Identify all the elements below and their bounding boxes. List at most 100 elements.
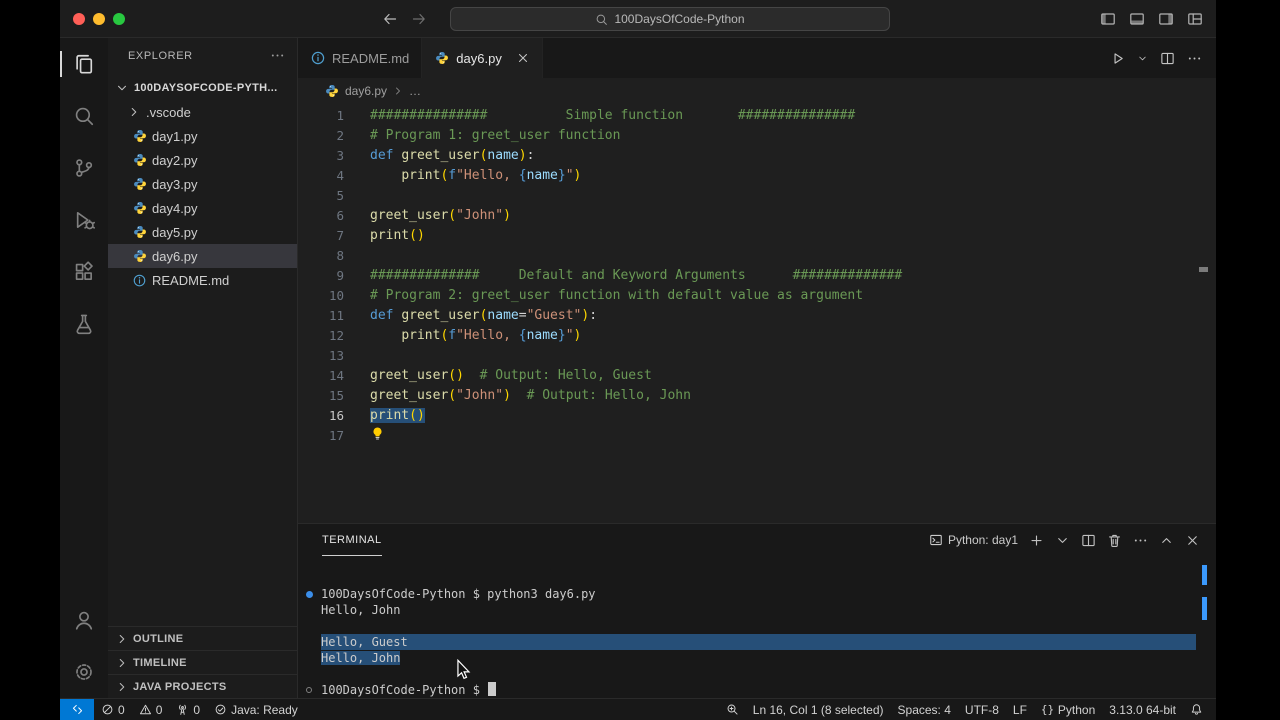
split-terminal-button[interactable] [1081, 533, 1096, 548]
section-timeline[interactable]: TIMELINE [108, 650, 297, 674]
terminal-scrollbar-mark[interactable] [1202, 597, 1207, 620]
code-line-13[interactable]: 13 [298, 346, 1216, 366]
lightbulb-icon[interactable] [370, 426, 385, 441]
terminal-panel: TERMINAL Python: day1 100DaysOfCode-Pyth… [298, 523, 1216, 698]
section-label: TIMELINE [133, 656, 187, 669]
line-number: 9 [336, 268, 344, 283]
code-line-3[interactable]: 3 def greet_user(name): [298, 146, 1216, 166]
activity-settings[interactable] [60, 646, 108, 698]
status-encoding[interactable]: UTF-8 [958, 699, 1006, 720]
code-line-5[interactable]: 5 [298, 186, 1216, 206]
breadcrumb-more[interactable]: … [409, 84, 421, 98]
breadcrumb-file[interactable]: day6.py [345, 84, 387, 98]
tree-item-label: day4.py [152, 200, 198, 216]
toggle-secondary-sidebar-button[interactable] [1158, 11, 1174, 27]
minimize-window-button[interactable] [93, 12, 105, 25]
code-line-16[interactable]: 16 print() [298, 406, 1216, 426]
command-center-search[interactable]: 100DaysOfCode-Python [450, 7, 890, 31]
kill-terminal-button[interactable] [1107, 533, 1122, 548]
status-errors[interactable]: 0 [94, 699, 132, 720]
code-line-17[interactable]: 17 [298, 426, 1216, 446]
tree-item-day4.py[interactable]: day4.py [108, 196, 297, 220]
new-terminal-button[interactable] [1029, 533, 1044, 548]
toggle-panel-button[interactable] [1129, 11, 1145, 27]
tree-item-day5.py[interactable]: day5.py [108, 220, 297, 244]
activity-testing[interactable] [60, 298, 108, 350]
terminal-line-4: Hello, John [298, 650, 1216, 666]
explorer-more-actions-icon[interactable] [270, 48, 285, 63]
status-java-status[interactable]: Java: Ready [207, 699, 305, 720]
activity-accounts[interactable] [60, 594, 108, 646]
section-java-projects[interactable]: JAVA PROJECTS [108, 674, 297, 698]
terminal-cursor [488, 682, 497, 696]
status-zoom-indicator[interactable] [719, 699, 746, 720]
forward-button[interactable] [411, 11, 427, 27]
tree-root-folder[interactable]: 100DAYSOFCODE-PYTH... [108, 76, 297, 100]
tab-terminal[interactable]: TERMINAL [322, 524, 382, 556]
editor-more-actions-button[interactable] [1187, 51, 1202, 66]
terminal-scrollbar-mark[interactable] [1202, 565, 1207, 585]
activity-source-control[interactable] [60, 142, 108, 194]
terminal-line-5 [298, 666, 1216, 682]
tab-label: README.md [332, 50, 410, 66]
code-line-12[interactable]: 12 print(f"Hello, {name}") [298, 326, 1216, 346]
split-editor-button[interactable] [1160, 51, 1175, 66]
status-remote-indicator[interactable] [60, 699, 94, 720]
code-line-8[interactable]: 8 [298, 246, 1216, 266]
status-notifications[interactable] [1183, 699, 1210, 720]
status-python-version[interactable]: 3.13.0 64-bit [1102, 699, 1183, 720]
status-ports[interactable]: 0 [169, 699, 207, 720]
code-line-9[interactable]: 9 ############## Default and Keyword Argu… [298, 266, 1216, 286]
tree-item-.vscode[interactable]: .vscode [108, 100, 297, 124]
tab-README.md[interactable]: README.md [298, 38, 423, 78]
code-line-2[interactable]: 2 # Program 1: greet_user function [298, 126, 1216, 146]
run-python-file-button[interactable] [1110, 51, 1125, 66]
code-line-1[interactable]: 1 ############### Simple function #######… [298, 106, 1216, 126]
maximize-panel-button[interactable] [1159, 533, 1174, 548]
line-content [344, 246, 370, 266]
activity-explorer[interactable] [60, 38, 108, 90]
activity-extensions[interactable] [60, 246, 108, 298]
code-line-15[interactable]: 15 greet_user("John") # Output: Hello, Jo… [298, 386, 1216, 406]
toggle-primary-sidebar-button[interactable] [1100, 11, 1116, 27]
code-line-10[interactable]: 10 # Program 2: greet_user function with … [298, 286, 1216, 306]
status-java-status-label: Java: Ready [231, 702, 298, 717]
close-tab-icon[interactable] [516, 51, 530, 65]
status-warnings[interactable]: 0 [132, 699, 170, 720]
zoom-window-button[interactable] [113, 12, 125, 25]
back-button[interactable] [382, 11, 398, 27]
code-line-4[interactable]: 4 print(f"Hello, {name}") [298, 166, 1216, 186]
tree-item-README.md[interactable]: README.md [108, 268, 297, 292]
terminal-dropdown-button[interactable] [1055, 533, 1070, 548]
terminal-output[interactable]: 100DaysOfCode-Python $ python3 day6.py He… [298, 556, 1216, 698]
run-dropdown-button[interactable] [1137, 53, 1148, 64]
line-content: print() [344, 406, 425, 426]
status-bar: 0 0 0 Java: Ready Ln 16, Col 1 (8 selected)… [60, 698, 1216, 720]
code-editor[interactable]: 1 ############### Simple function #######… [298, 103, 1216, 523]
chevron-right-icon [115, 656, 129, 670]
section-outline[interactable]: OUTLINE [108, 626, 297, 650]
tree-item-day3.py[interactable]: day3.py [108, 172, 297, 196]
activity-run-and-debug[interactable] [60, 194, 108, 246]
activity-search[interactable] [60, 90, 108, 142]
status-language-mode[interactable]: {} Python [1034, 699, 1102, 720]
code-line-14[interactable]: 14 greet_user() # Output: Hello, Guest [298, 366, 1216, 386]
code-line-7[interactable]: 7 print() [298, 226, 1216, 246]
close-panel-button[interactable] [1185, 533, 1200, 548]
breadcrumb[interactable]: day6.py … [298, 78, 1216, 103]
line-content: # Program 2: greet_user function with de… [370, 288, 864, 303]
chevron-right-icon [115, 680, 129, 694]
tree-item-day2.py[interactable]: day2.py [108, 148, 297, 172]
tab-day6.py[interactable]: day6.py [422, 38, 543, 78]
code-line-11[interactable]: 11 def greet_user(name="Guest"): [298, 306, 1216, 326]
status-indentation[interactable]: Spaces: 4 [891, 699, 958, 720]
code-line-6[interactable]: 6 greet_user("John") [298, 206, 1216, 226]
tree-item-day6.py[interactable]: day6.py [108, 244, 297, 268]
close-window-button[interactable] [73, 12, 85, 25]
status-cursor-position[interactable]: Ln 16, Col 1 (8 selected) [746, 699, 891, 720]
tree-item-day1.py[interactable]: day1.py [108, 124, 297, 148]
status-eol[interactable]: LF [1006, 699, 1034, 720]
terminal-more-actions-button[interactable] [1133, 533, 1148, 548]
customize-layout-button[interactable] [1187, 11, 1203, 27]
terminal-shell-selector[interactable]: Python: day1 [929, 533, 1018, 547]
